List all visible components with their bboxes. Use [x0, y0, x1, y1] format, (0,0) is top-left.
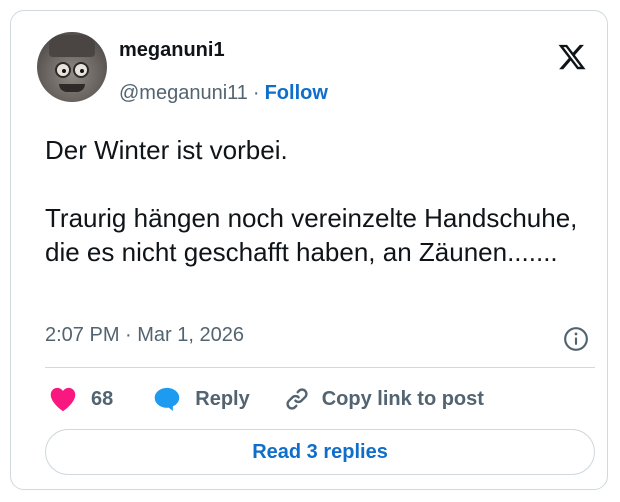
- copy-link-label: Copy link to post: [321, 387, 484, 410]
- read-replies-button[interactable]: Read 3 replies: [45, 429, 595, 475]
- follow-link[interactable]: Follow: [265, 82, 328, 104]
- handle-line: @meganuni11 · Follow: [119, 82, 328, 105]
- speech-bubble-icon: [155, 387, 180, 412]
- x-logo-icon[interactable]: [557, 42, 587, 72]
- user-handle[interactable]: @meganuni11: [119, 82, 248, 104]
- avatar-eye-right: [73, 62, 89, 78]
- display-name[interactable]: meganuni1: [119, 39, 225, 62]
- avatar-mouth: [59, 84, 85, 92]
- reply-label: Reply: [195, 387, 250, 410]
- copy-link-button[interactable]: Copy link to post: [284, 386, 484, 412]
- action-bar: 68 Reply Copy link to post: [49, 384, 484, 414]
- like-button[interactable]: 68: [49, 386, 113, 412]
- tweet-text: Der Winter ist vorbei. Traurig hängen no…: [45, 135, 578, 267]
- tweet-embed-card: meganuni1 @meganuni11 · Follow Der Winter …: [10, 10, 608, 490]
- divider: [45, 367, 595, 368]
- reply-button[interactable]: Reply: [153, 386, 250, 412]
- separator-dot: ·: [252, 82, 260, 104]
- info-icon[interactable]: [563, 326, 589, 352]
- like-count: 68: [91, 387, 114, 410]
- avatar-eye-left: [55, 62, 71, 78]
- avatar[interactable]: [37, 32, 107, 102]
- link-icon: [286, 388, 308, 410]
- avatar-hat: [49, 35, 95, 57]
- timestamp[interactable]: 2:07 PM · Mar 1, 2026: [45, 324, 244, 347]
- heart-icon: [50, 387, 76, 412]
